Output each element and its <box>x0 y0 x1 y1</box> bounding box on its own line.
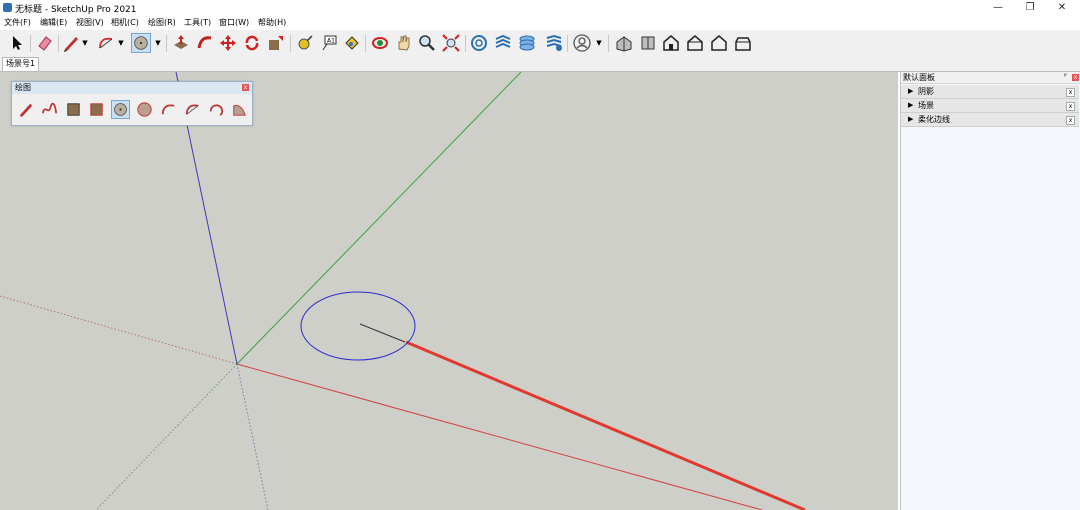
tray-pin-icon[interactable]: ᵖ <box>1064 72 1067 80</box>
paint-bucket-icon[interactable] <box>342 33 362 53</box>
front-view-icon[interactable] <box>661 33 681 53</box>
menu-view[interactable]: 视图(V) <box>76 17 104 28</box>
expand-arrow-icon[interactable]: ▶ <box>908 85 913 98</box>
zoom-extents-icon[interactable] <box>441 33 461 53</box>
2point-arc-icon[interactable] <box>183 100 202 119</box>
default-tray: 默认面板 ᵖ x ▶ 阴影 x ▶ 场景 x ▶ 柔化边线 x <box>900 72 1080 510</box>
blue-axis-negative <box>236 363 269 510</box>
3point-arc-icon[interactable] <box>207 100 226 119</box>
expand-arrow-icon[interactable]: ▶ <box>908 99 913 112</box>
warehouse-icon[interactable] <box>469 33 489 53</box>
menu-camera[interactable]: 相机(C) <box>111 17 139 28</box>
red-axis-negative <box>0 295 238 365</box>
scale-icon[interactable] <box>266 33 286 53</box>
follow-me-icon[interactable] <box>195 33 215 53</box>
zoom-icon[interactable] <box>417 33 437 53</box>
minimize-button[interactable]: — <box>982 0 1014 16</box>
main-toolbar: ▼ ▼ ▼ A1 ▼ <box>0 30 1080 58</box>
arc-icon[interactable] <box>96 33 116 53</box>
menu-tools[interactable]: 工具(T) <box>184 17 211 28</box>
title-bar: 无标题 - SketchUp Pro 2021 — ❐ ✕ <box>0 0 1080 16</box>
left-view-icon[interactable] <box>733 33 753 53</box>
panel-label: 阴影 <box>918 87 934 96</box>
move-icon[interactable] <box>218 33 238 53</box>
red-inference-line <box>405 340 806 510</box>
menu-help[interactable]: 帮助(H) <box>258 17 286 28</box>
arc-icon[interactable] <box>159 100 178 119</box>
close-button[interactable]: ✕ <box>1046 0 1078 16</box>
green-axis <box>236 72 522 365</box>
arc-dropdown-icon[interactable]: ▼ <box>117 33 125 53</box>
panel-scenes[interactable]: ▶ 场景 x <box>901 99 1079 113</box>
back-view-icon[interactable] <box>709 33 729 53</box>
window-title: 无标题 - SketchUp Pro 2021 <box>15 5 137 15</box>
rotated-rectangle-icon[interactable] <box>87 100 106 119</box>
radius-line <box>359 323 406 343</box>
circle-icon[interactable] <box>111 100 130 119</box>
panel-close-button[interactable]: x <box>1066 102 1075 111</box>
tray-close-button[interactable]: x <box>1072 74 1079 81</box>
panel-close-button[interactable]: x <box>1066 88 1075 97</box>
palette-title[interactable]: 绘图 <box>12 82 252 94</box>
scene-tab-bar: 场景号1 <box>0 57 1080 72</box>
circle-shape <box>300 291 416 361</box>
sketchup-logo-icon <box>3 3 12 12</box>
drawing-toolbar-palette[interactable]: 绘图 x <box>11 81 253 126</box>
panel-label: 场景 <box>918 101 934 110</box>
iso-view-icon[interactable] <box>614 33 634 53</box>
sandbox-icon[interactable] <box>544 33 564 53</box>
rectangle-icon[interactable] <box>64 100 83 119</box>
account-icon[interactable] <box>572 33 592 53</box>
pencil-icon[interactable] <box>16 100 35 119</box>
menu-file[interactable]: 文件(F) <box>4 17 31 28</box>
menu-window[interactable]: 窗口(W) <box>219 17 249 28</box>
panel-close-button[interactable]: x <box>1066 116 1075 125</box>
panel-shadows[interactable]: ▶ 阴影 x <box>901 85 1079 99</box>
menu-edit[interactable]: 编辑(E) <box>40 17 67 28</box>
eraser-icon[interactable] <box>35 33 55 53</box>
circle-dropdown-icon[interactable]: ▼ <box>154 33 162 53</box>
panel-label: 柔化边线 <box>918 115 950 124</box>
layers-icon[interactable] <box>517 33 537 53</box>
panel-soften-edges[interactable]: ▶ 柔化边线 x <box>901 113 1079 127</box>
svg-text:A1: A1 <box>327 38 335 45</box>
push-pull-icon[interactable] <box>171 33 191 53</box>
pie-icon[interactable] <box>230 100 249 119</box>
text-icon[interactable]: A1 <box>319 33 339 53</box>
tape-measure-icon[interactable] <box>295 33 315 53</box>
right-view-icon[interactable] <box>685 33 705 53</box>
restore-button[interactable]: ❐ <box>1014 0 1046 16</box>
green-axis-negative <box>95 363 238 510</box>
expand-arrow-icon[interactable]: ▶ <box>908 113 913 126</box>
menu-draw[interactable]: 绘图(R) <box>148 17 176 28</box>
orbit-icon[interactable] <box>370 33 390 53</box>
pencil-dropdown-icon[interactable]: ▼ <box>81 33 89 53</box>
palette-close-button[interactable]: x <box>242 84 249 91</box>
select-icon[interactable] <box>7 33 27 53</box>
modeling-viewport[interactable]: 绘图 x <box>0 72 898 510</box>
extension-icon[interactable] <box>493 33 513 53</box>
polygon-icon[interactable] <box>135 100 154 119</box>
red-axis <box>236 363 763 510</box>
top-view-icon[interactable] <box>638 33 658 53</box>
circle-icon[interactable] <box>131 33 151 53</box>
tray-header[interactable]: 默认面板 <box>901 72 1080 84</box>
scene-tab-1[interactable]: 场景号1 <box>2 57 40 71</box>
scene-canvas[interactable] <box>0 72 898 510</box>
rotate-icon[interactable] <box>242 33 262 53</box>
menu-bar: 文件(F) 编辑(E) 视图(V) 相机(C) 绘图(R) 工具(T) 窗口(W… <box>0 16 1080 30</box>
account-dropdown-icon[interactable]: ▼ <box>595 33 603 53</box>
pan-icon[interactable] <box>394 33 414 53</box>
pencil-icon[interactable] <box>61 33 81 53</box>
freehand-icon[interactable] <box>40 100 59 119</box>
